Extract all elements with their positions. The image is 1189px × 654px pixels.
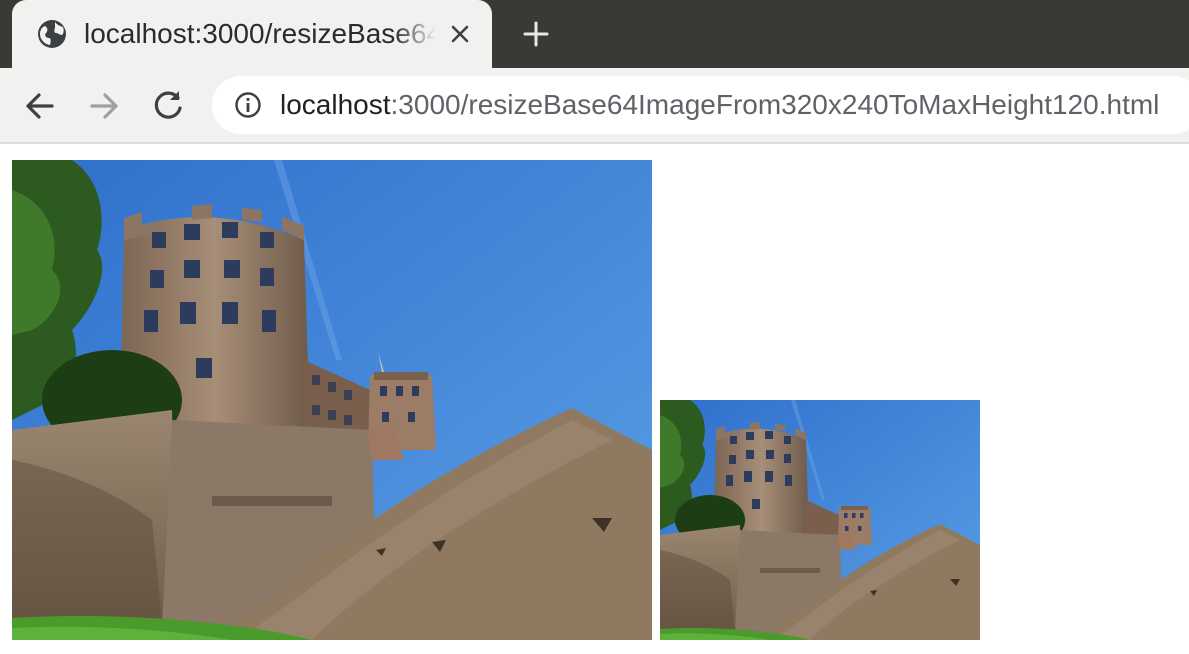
reload-icon[interactable] bbox=[148, 86, 188, 126]
info-icon[interactable] bbox=[234, 91, 262, 119]
arrow-left-icon[interactable] bbox=[20, 86, 60, 126]
close-icon[interactable] bbox=[448, 22, 472, 46]
address-bar[interactable]: localhost:3000/resizeBase64ImageFrom320x… bbox=[212, 76, 1189, 134]
castle-photo bbox=[12, 160, 652, 640]
tab-title: localhost:3000/resizeBase64ImageFrom320x… bbox=[84, 18, 436, 49]
url-text[interactable]: localhost:3000/resizeBase64ImageFrom320x… bbox=[280, 85, 1159, 125]
globe-icon bbox=[38, 20, 66, 48]
original-image bbox=[12, 160, 652, 640]
page-content bbox=[0, 144, 1189, 654]
resized-image bbox=[660, 400, 980, 640]
arrow-right-icon[interactable] bbox=[84, 86, 124, 126]
url-path: :3000/resizeBase64ImageFrom320x240ToMaxH… bbox=[390, 89, 1160, 120]
plus-icon[interactable] bbox=[520, 18, 552, 50]
url-host: localhost bbox=[280, 89, 391, 120]
browser-toolbar: localhost:3000/resizeBase64ImageFrom320x… bbox=[0, 68, 1189, 144]
active-tab[interactable]: localhost:3000/resizeBase64ImageFrom320x… bbox=[12, 0, 492, 68]
tab-strip: localhost:3000/resizeBase64ImageFrom320x… bbox=[0, 0, 1189, 68]
castle-photo-resized bbox=[660, 400, 980, 640]
